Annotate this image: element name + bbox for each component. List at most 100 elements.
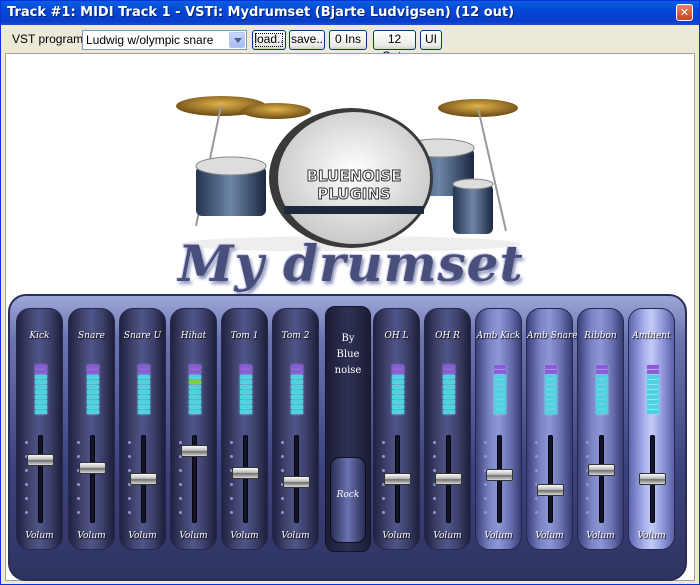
scale-dot [77,455,80,458]
channel-strip: OH L Volum [373,308,420,550]
channel-strip: Ribbon Volum [577,308,624,550]
channel-name: Ambient [632,331,671,341]
channel-strip: Hihat Volum [170,308,217,550]
fader-knob[interactable] [232,466,259,479]
fader-track[interactable] [548,435,553,523]
scale-dot [281,511,284,514]
scale-dot [230,497,233,500]
scale-dot [484,497,487,500]
fader-track[interactable] [599,435,604,523]
channel-strip: Tom 2 Volum [272,308,319,550]
vst-program-select[interactable]: Ludwig w/olympic snare [82,30,247,50]
fader-knob[interactable] [79,462,106,475]
scale-dot [128,455,131,458]
scale-dot [179,511,182,514]
channel-name: Snare U [123,331,162,341]
vst-program-label: VST program: [12,32,87,46]
outs-button[interactable]: 12 Outs [373,30,416,63]
scale-dot [586,497,589,500]
scale-dot [535,469,538,472]
scale-dot [77,497,80,500]
scale-dot [382,469,385,472]
level-meter [596,365,608,417]
fader-knob[interactable] [639,473,666,485]
fader-knob[interactable] [283,475,310,488]
plugin-title: My drumset [178,234,524,293]
scale-dot [25,483,28,486]
fader-knob[interactable] [27,453,54,466]
scale-dot [433,469,436,472]
channel-name: Amb Kick [476,331,521,341]
scale-dot [637,441,640,444]
scale-dot [281,497,284,500]
fader-knob[interactable] [435,473,462,485]
level-meter [647,365,659,417]
scale-dot [128,469,131,472]
save-button[interactable]: save.. [289,30,325,50]
scale-dot [25,497,28,500]
volume-label: Volum [484,531,513,541]
scale-dot [637,497,640,500]
level-meter [545,365,557,417]
scale-dot [128,511,131,514]
plugin-window: Track #1: MIDI Track 1 - VSTi: Mydrumset… [0,0,700,585]
scale-dot [281,441,284,444]
scale-dot [179,497,182,500]
channel-strip: Kick Volum [16,308,63,550]
volume-label: Volum [433,531,462,541]
level-meter [189,365,201,417]
scale-dot [230,441,233,444]
credit-line-1: By [341,333,355,344]
drum-kit-image: BLUENOISE PLUGINS [176,96,521,251]
vst-program-value: Ludwig w/olympic snare [86,33,214,47]
credit-line-2: Blue [336,349,360,360]
channel-strip: OH R Volum [424,308,471,550]
plugin-gui: BLUENOISE PLUGINS My drumset By Blue noi… [5,53,695,581]
level-meter [35,365,47,417]
channel-strip: Snare U Volum [119,308,166,550]
scale-dot [586,511,589,514]
scale-dot [179,469,182,472]
fader-knob[interactable] [130,473,157,485]
rock-button-label: Rock [336,490,360,500]
rock-button[interactable]: Rock [330,457,366,543]
fader-track[interactable] [90,435,95,523]
fader-knob[interactable] [537,483,564,496]
scale-dot [484,441,487,444]
ui-button[interactable]: UI [420,30,442,50]
fader-track[interactable] [243,435,248,523]
scale-dot [77,483,80,486]
scale-dot [433,455,436,458]
scale-dot [433,497,436,500]
scale-dot [179,483,182,486]
scale-dot [128,441,131,444]
fader-track[interactable] [38,435,43,523]
channel-strip: Tom 1 Volum [221,308,268,550]
scale-dot [25,441,28,444]
ins-button[interactable]: 0 Ins [329,30,367,50]
scale-dot [230,511,233,514]
channel-name: Amb Snare [527,331,578,341]
scale-dot [637,511,640,514]
chevron-down-icon[interactable] [229,32,245,48]
close-button[interactable]: ✕ [676,4,693,21]
title-bar[interactable]: Track #1: MIDI Track 1 - VSTi: Mydrumset… [1,1,699,25]
load-button[interactable]: load.. [252,30,286,50]
fader-knob[interactable] [486,468,513,481]
scale-dot [179,441,182,444]
level-meter [494,365,506,417]
channel-name: OH R [435,331,460,341]
fader-knob[interactable] [384,473,411,485]
level-meter [443,365,455,417]
scale-dot [77,441,80,444]
scale-dot [637,455,640,458]
scale-dot [637,469,640,472]
fader-knob[interactable] [181,444,208,457]
drum-logo-line2: PLUGINS [317,185,390,203]
scale-dot [382,497,385,500]
scale-dot [586,455,589,458]
scale-dot [77,511,80,514]
fader-knob[interactable] [588,464,615,477]
scale-dot [586,441,589,444]
credit-panel: By Blue noise Rock [325,306,371,552]
